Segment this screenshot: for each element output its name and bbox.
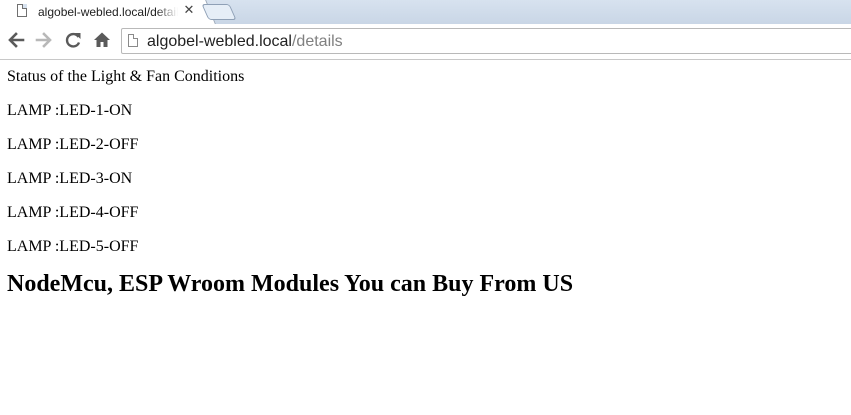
address-bar[interactable]: algobel-webled.local/details: [121, 28, 851, 54]
toolbar: algobel-webled.local/details: [0, 24, 851, 60]
browser-chrome: algobel-webled.local/details ✕ algobel-w…: [0, 0, 851, 60]
lamp-status-item: LAMP :LED-1-ON: [7, 102, 133, 119]
lamp-status-list: LAMP :LED-1-ON LAMP :LED-2-OFF LAMP :LED…: [7, 102, 844, 256]
forward-arrow-icon: [35, 32, 52, 48]
home-button[interactable]: [90, 28, 114, 52]
lamp-status-item: LAMP :LED-5-OFF: [7, 238, 139, 255]
promo-heading: NodeMcu, ESP Wroom Modules You can Buy F…: [7, 271, 574, 297]
forward-button[interactable]: [32, 28, 56, 52]
new-tab-icon[interactable]: [201, 4, 237, 20]
address-bar-url[interactable]: algobel-webled.local/details: [147, 32, 343, 52]
back-button[interactable]: [4, 28, 28, 52]
url-path: /details: [291, 33, 343, 50]
reload-icon: [65, 32, 81, 48]
home-icon: [94, 32, 110, 47]
page-icon: [128, 34, 138, 47]
lamp-status-item: LAMP :LED-4-OFF: [7, 204, 139, 221]
lamp-status-item: LAMP :LED-3-ON: [7, 170, 133, 187]
url-host: algobel-webled.local: [147, 33, 292, 50]
reload-button[interactable]: [61, 28, 85, 52]
status-heading: Status of the Light & Fan Conditions: [7, 68, 245, 85]
lamp-status-item: LAMP :LED-2-OFF: [7, 136, 139, 153]
page-content: Status of the Light & Fan Conditions LAM…: [0, 60, 851, 306]
close-icon[interactable]: ✕: [182, 3, 196, 19]
back-arrow-icon: [8, 32, 25, 48]
tab-strip: algobel-webled.local/details ✕: [0, 0, 851, 24]
tab-title: algobel-webled.local/details: [38, 5, 178, 21]
tab-details[interactable]: algobel-webled.local/details ✕: [0, 0, 203, 24]
page-icon: [17, 4, 27, 17]
